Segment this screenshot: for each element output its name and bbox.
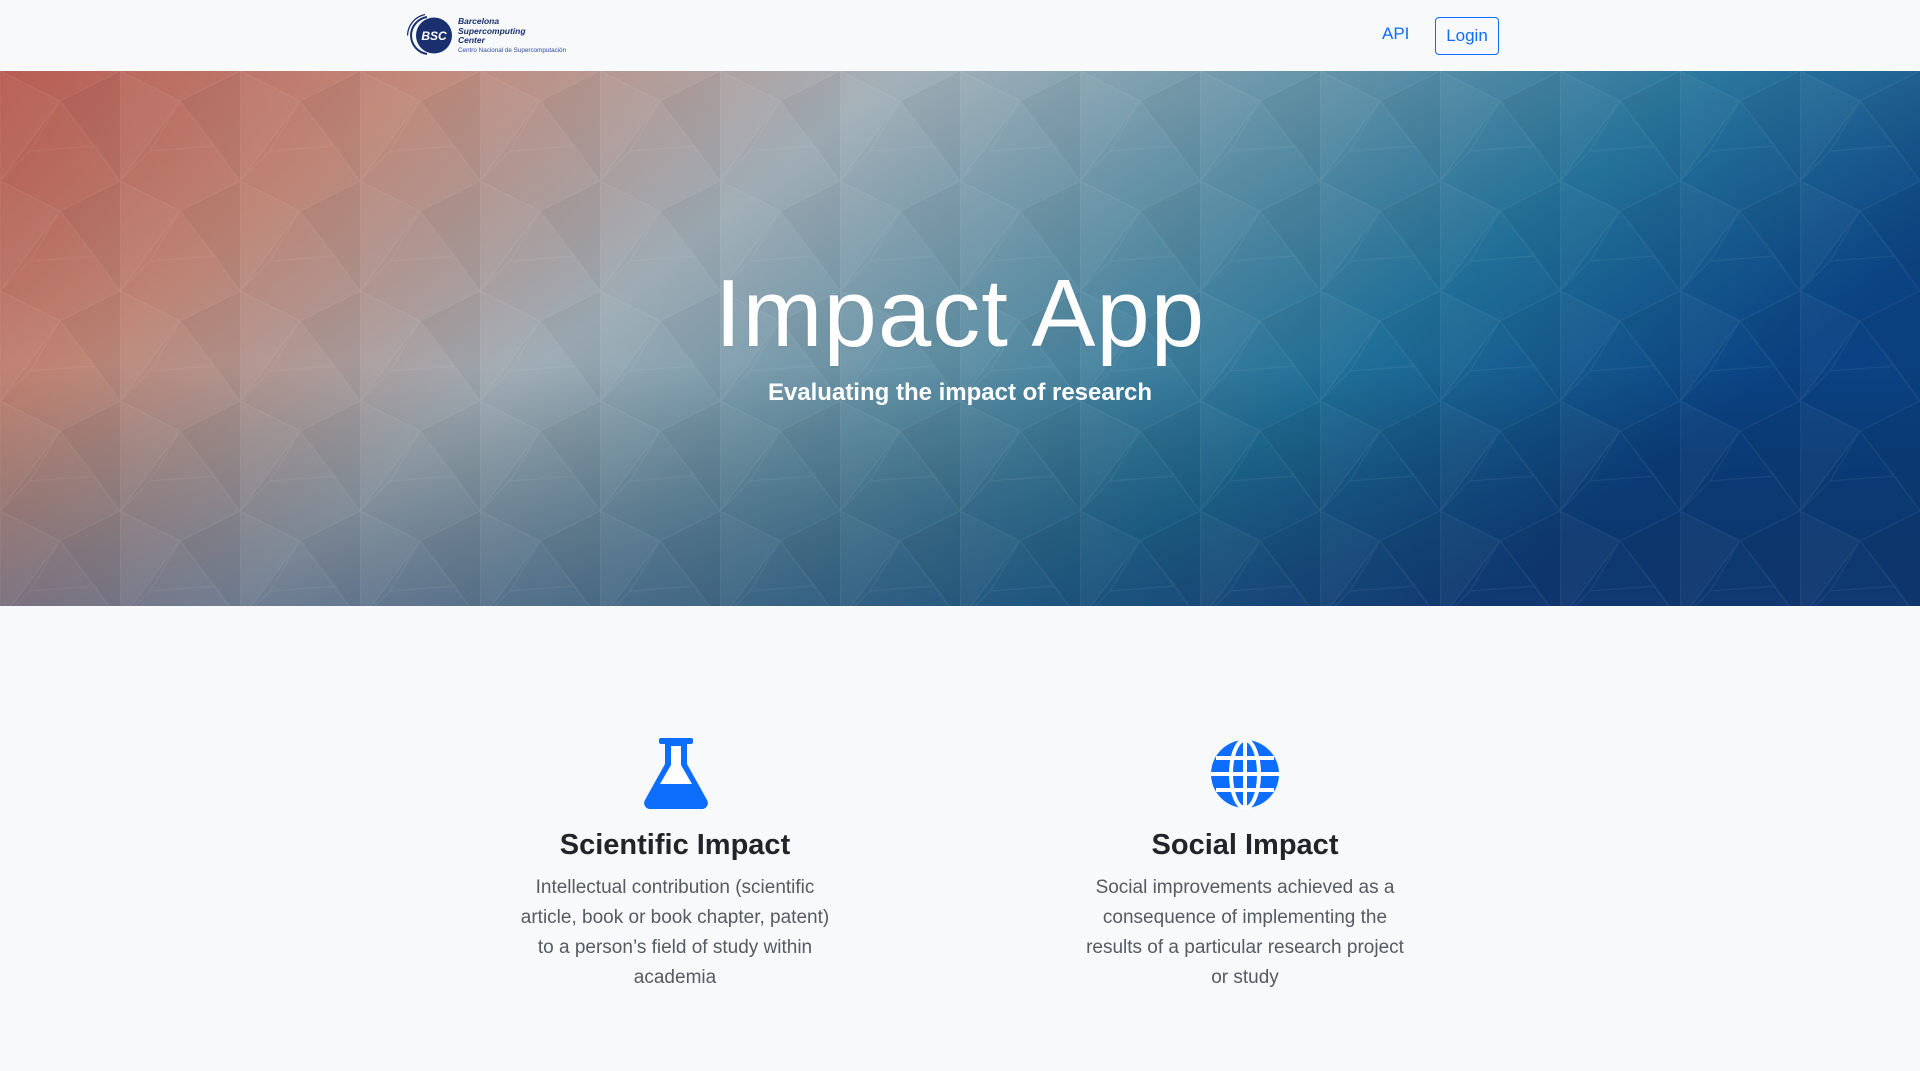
logo-line-3: Center [458, 35, 485, 46]
bsc-logo-icon: BSC [406, 13, 452, 55]
logo-mark-text: BSC [421, 29, 447, 43]
hero-title: Impact App [714, 260, 1206, 367]
navbar: BSC Barcelona Supercomputing Center Cent… [0, 0, 1920, 71]
globe-icon [1211, 738, 1279, 810]
social-impact-card: Social Impact Social improvements achiev… [1075, 738, 1415, 993]
api-link[interactable]: API [1382, 24, 1409, 44]
scientific-impact-title: Scientific Impact [559, 829, 791, 861]
social-impact-description: Social improvements achieved as a conseq… [1086, 876, 1404, 988]
login-button[interactable]: Login [1435, 17, 1499, 55]
logo-text: Barcelona Supercomputing Center Centro N… [458, 17, 566, 54]
hero-banner: Impact App Evaluating the impact of rese… [0, 71, 1920, 606]
hero-subtitle: Evaluating the impact of research [767, 379, 1153, 406]
bsc-logo[interactable]: BSC Barcelona Supercomputing Center Cent… [405, 13, 575, 58]
scientific-impact-card: Scientific Impact Intellectual contribut… [505, 738, 845, 993]
scientific-impact-description: Intellectual contribution (scientific ar… [520, 876, 830, 988]
logo-subtitle: Centro Nacional de Supercomputación [458, 46, 567, 54]
flask-icon [644, 738, 708, 810]
social-impact-title: Social Impact [1151, 829, 1339, 861]
